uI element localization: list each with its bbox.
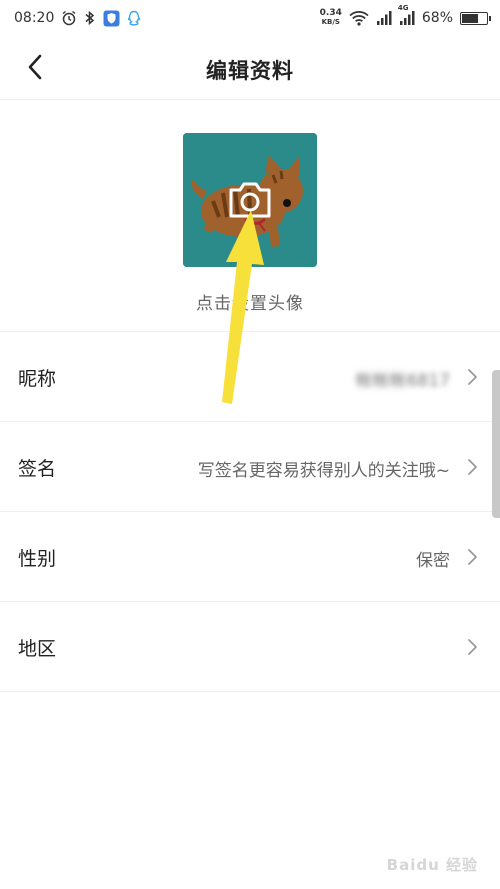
chevron-right-icon	[468, 639, 477, 655]
row-label: 性别	[18, 548, 57, 570]
row-label: 签名	[18, 458, 57, 480]
nav-bar: 编辑资料	[0, 36, 500, 100]
row-label: 昵称	[18, 368, 57, 390]
signal-icon	[376, 10, 392, 26]
avatar[interactable]	[183, 133, 317, 267]
row-nickname[interactable]: 昵称 帐帐帐6817	[0, 332, 500, 422]
wifi-icon	[349, 10, 369, 26]
battery-fill	[462, 13, 479, 23]
battery-icon	[460, 11, 491, 25]
row-signature[interactable]: 签名 写签名更容易获得别人的关注哦~	[0, 422, 500, 512]
nickname-value: 帐帐帐6817	[355, 371, 450, 391]
avatar-section: 点击设置头像	[0, 100, 500, 332]
signature-value: 写签名更容易获得别人的关注哦~	[197, 461, 450, 481]
alarm-icon	[61, 10, 77, 26]
row-label: 地区	[18, 638, 57, 660]
avatar-hint[interactable]: 点击设置头像	[0, 289, 500, 314]
network-speed-unit: KB/S	[321, 18, 340, 26]
network-speed: 0.34 KB/S	[320, 9, 342, 27]
bluetooth-icon	[84, 10, 96, 26]
scroll-indicator[interactable]	[492, 370, 500, 518]
row-gender[interactable]: 性别 保密	[0, 512, 500, 602]
row-region[interactable]: 地区	[0, 602, 500, 692]
signal-4g-label: 4G	[397, 4, 409, 12]
status-bar: 08:20 0.34 KB/S 4G 68%	[0, 0, 500, 36]
chevron-right-icon	[468, 459, 477, 475]
page-title: 编辑资料	[206, 59, 294, 83]
qq-icon	[127, 10, 141, 27]
watermark: Baidu 经验	[386, 856, 478, 874]
network-speed-value: 0.34	[319, 8, 342, 18]
status-time: 08:20	[14, 10, 55, 26]
status-left: 08:20	[14, 10, 141, 27]
camera-icon	[229, 182, 271, 218]
shield-app-icon	[103, 10, 120, 27]
chevron-right-icon	[468, 369, 477, 385]
signal-4g-icon: 4G	[398, 4, 415, 26]
gender-value: 保密	[416, 551, 450, 571]
battery-percent: 68%	[421, 10, 453, 26]
chevron-right-icon	[468, 549, 477, 565]
status-right: 0.34 KB/S 4G 68%	[320, 4, 491, 27]
